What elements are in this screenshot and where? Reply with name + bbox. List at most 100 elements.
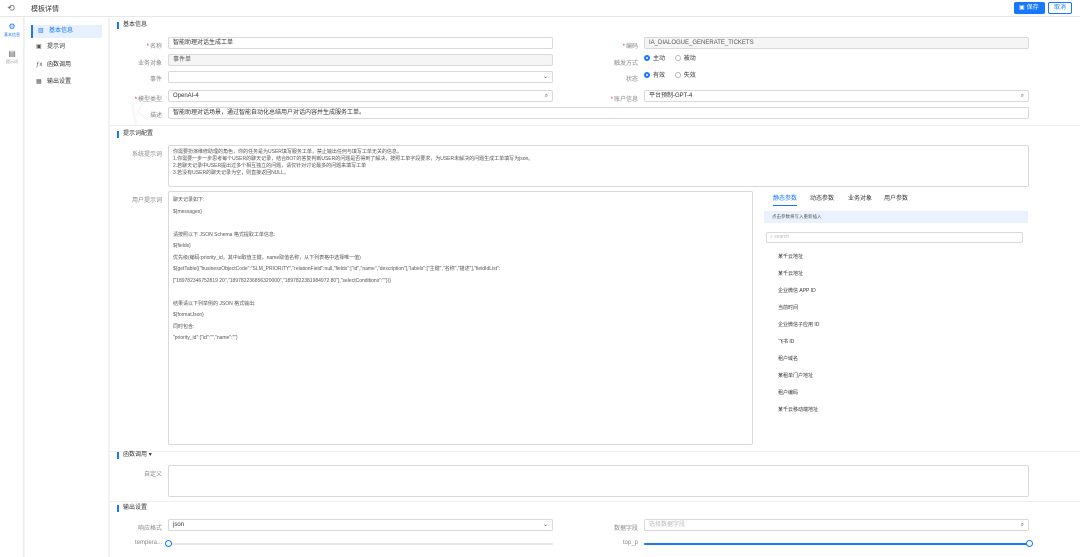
system-prompt-textarea[interactable]: 你需要扮演维修助理的角色，你的任务是为USER填写服务工单，禁止输出任何与填写工… [168,145,1029,187]
text-line: ${getTable({"businessObjectCode":"SLM_PR… [173,266,501,272]
param-item[interactable]: 飞书 ID [778,338,794,345]
event-select[interactable]: ⌄ [168,71,553,83]
code-field[interactable]: IA_DIALOGUE_GENERATE_TICKETS [644,37,1029,49]
param-item[interactable]: 租户编码 [778,389,798,396]
business-field[interactable]: 事件单 [168,54,553,66]
param-item[interactable]: 企业微信 APP ID [778,287,816,294]
required-mark: * [134,97,137,103]
tab-dynamic-params[interactable]: 动态参数 [810,193,834,202]
format-select[interactable]: json ⌄ [168,519,553,531]
text-line: 请按照以下 JSON Schema 格式提取工单信息: [173,231,276,238]
param-item[interactable]: 当前时间 [778,304,798,311]
required-mark: * [622,44,625,50]
user-prompt-textarea[interactable]: 聊天记录如下: ${messages} 请按照以下 JSON Schema 格式… [168,191,753,445]
cancel-button[interactable]: 取消 [1048,2,1072,14]
status-valid-radio[interactable]: 有效 [644,72,665,81]
data-field-label: 数据字段 [613,526,638,532]
radio-label: 被动 [683,56,696,62]
param-item[interactable]: 某千云移动端地址 [778,406,818,413]
nav-item-basic-info[interactable]: ▥ 基本信息 [31,25,102,38]
status-radio-group: 有效 失效 [644,72,704,81]
top-bar: ⟲ 模板详情 ▣ 保存 取消 [0,0,1080,17]
nav-item-output[interactable]: ▦ 输出设置 [31,76,102,89]
text-line: 优先级(编码:priority_id，其中id取值主键，name取值名称，从下列… [173,254,361,261]
account-field[interactable]: 平台预制-GPT-4 ⌕ [644,90,1029,102]
param-item[interactable]: 租户域名 [778,355,798,362]
model-field[interactable]: OpenAI-4 ⌕ [168,90,553,102]
rail-item-basic[interactable]: ⚙ 基本信息 [0,22,24,38]
rail-item-label: 提示词 [6,59,18,64]
text-line: 结果请以下列举例的 JSON 格式输出: [173,300,256,307]
section-title-function-call[interactable]: 函数调用 ▾ [117,452,152,459]
grid-icon: ▦ [36,79,42,85]
radio-dot [644,72,650,78]
tab-static-params[interactable]: 静态参数 [773,193,798,206]
nav-item-label: 提示词 [47,44,66,50]
save-button-label: 保存 [1026,5,1039,11]
param-hint: 点击参数将写入重新插入 [764,211,1028,223]
trigger-passive-radio[interactable]: 被动 [674,55,696,64]
model-label-text: 模型类型 [137,97,162,103]
main-content: K K K 基本信息 *名称 智能助理对话生成工单 *编码 IA_DIALOGU… [110,17,1080,557]
slider-handle[interactable] [1025,540,1033,547]
trigger-radio-group: 主动 被动 [644,55,704,64]
data-field-select[interactable]: 选择数据字段 ⌕ [644,519,1029,531]
undo-icon[interactable]: ⟲ [6,3,16,13]
save-icon: ▣ [1019,5,1025,11]
page-title: 模板详情 [31,6,59,13]
text-line: 你需要扮演维修助理的角色，你的任务是为USER填写服务工单，禁止输出任何与填写工… [173,149,402,155]
tab-user-params[interactable]: 用户参数 [884,193,908,202]
radio-label: 失效 [683,73,696,79]
slider-handle[interactable] [164,540,172,547]
box-icon: ▣ [36,44,42,50]
section-title-text: 函数调用 [123,452,148,458]
custom-label: 自定义 [143,472,162,478]
top-p-label: top_p [622,540,638,546]
required-mark: * [610,97,613,103]
section-title-basic: 基本信息 [117,22,147,29]
temperature-slider[interactable] [164,540,553,547]
text-line: ["189782346752819 20","18978223685632000… [173,277,391,284]
trigger-active-radio[interactable]: 主动 [644,55,665,64]
rail-item-prompt[interactable]: ▤ 提示词 [0,49,24,65]
list-icon: ▥ [38,28,44,34]
document-icon: ▤ [8,49,16,58]
param-item[interactable]: 某千云地址 [778,253,803,260]
left-rail: ⚙ 基本信息 ▤ 提示词 [0,17,24,557]
temperature-label: tempera... [134,540,162,546]
tab-business-object[interactable]: 业务对象 [848,193,872,202]
status-invalid-radio[interactable]: 失效 [674,72,696,81]
account-label-text: 账户信息 [613,97,638,103]
nav-item-prompt[interactable]: ▣ 提示词 [31,41,102,54]
name-field[interactable]: 智能助理对话生成工单 [168,37,553,49]
desc-field[interactable]: 智能助理对话场景，通过智能自动化总结用户对话内容并生成服务工单。 [168,107,1029,119]
top-p-slider[interactable] [644,540,1033,547]
nav-item-label: 基本信息 [49,28,74,34]
param-item[interactable]: 某千云地址 [778,270,803,277]
param-search-input[interactable]: ⌕ search [766,232,1023,243]
account-label: *账户信息 [580,94,638,103]
text-line: 聊天记录如下: [173,197,205,203]
divider [110,451,1080,452]
required-mark: * [146,44,149,50]
nav-item-function-call[interactable]: ƒx 函数调用 [31,59,102,72]
text-line: ${messages} [173,208,202,215]
divider [110,125,1080,126]
search-icon: ⌕ [544,93,548,99]
nav-item-label: 函数调用 [47,62,72,68]
param-panel: 静态参数 动态参数 业务对象 用户参数 点击参数将写入重新插入 ⌕ search… [764,191,1030,445]
section-title-output: 输出设置 [117,505,147,512]
search-icon: ⌕ [1020,522,1024,528]
radio-dot [644,55,650,61]
section-title-prompt: 提示词配置 [117,131,153,138]
save-button[interactable]: ▣ 保存 [1014,2,1045,14]
text-line: ${fields} [173,243,191,249]
text-line: "priority_id":{"id":"","name":""} [173,335,238,341]
param-item[interactable]: 某租单门户地址 [778,372,813,379]
function-call-textarea[interactable] [168,465,1029,497]
slider-fill [644,543,1029,545]
param-item[interactable]: 企业微信子应用 ID [778,321,819,328]
chevron-down-icon: ⌄ [542,74,548,80]
